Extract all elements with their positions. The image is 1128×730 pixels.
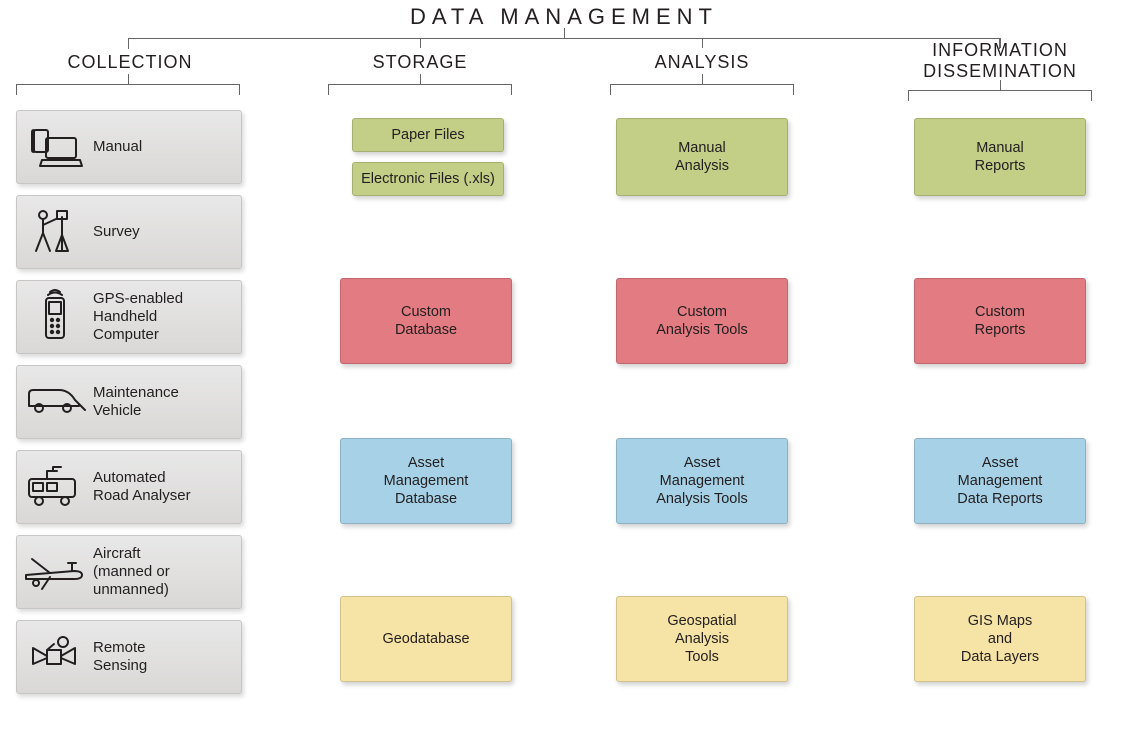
van-icon xyxy=(17,380,93,424)
header-dissemination: INFORMATIONDISSEMINATION xyxy=(890,40,1110,81)
laptop-icon xyxy=(17,124,93,170)
dissem-custom: CustomReports xyxy=(914,278,1086,364)
dissem-geo: GIS MapsandData Layers xyxy=(914,596,1086,682)
collection-roadanalyser: AutomatedRoad Analyser xyxy=(16,450,242,524)
collection-aircraft: Aircraft(manned orunmanned) xyxy=(16,535,242,609)
dissem-asset: AssetManagementData Reports xyxy=(914,438,1086,524)
collection-manual: Manual xyxy=(16,110,242,184)
collection-remote-label: RemoteSensing xyxy=(93,639,147,675)
collection-maintenance-label: MaintenanceVehicle xyxy=(93,384,179,420)
stem-collection xyxy=(128,38,129,48)
sub-stem-collection xyxy=(128,74,129,84)
collection-maintenance: MaintenanceVehicle xyxy=(16,365,242,439)
bracket-analysis xyxy=(610,84,794,85)
stem-storage xyxy=(420,38,421,48)
sub-stem-dissemination xyxy=(1000,80,1001,90)
analysis-geo: GeospatialAnalysisTools xyxy=(616,596,788,682)
surveyor-icon xyxy=(17,205,93,259)
sub-stem-analysis xyxy=(702,74,703,84)
title-stem xyxy=(564,28,565,38)
storage-custom: CustomDatabase xyxy=(340,278,512,364)
storage-paper: Paper Files xyxy=(352,118,504,152)
header-collection: COLLECTION xyxy=(40,52,220,73)
storage-asset: AssetManagementDatabase xyxy=(340,438,512,524)
collection-survey-label: Survey xyxy=(93,223,140,241)
header-storage: STORAGE xyxy=(330,52,510,73)
sub-stem-storage xyxy=(420,74,421,84)
collection-gps-label: GPS-enabledHandheldComputer xyxy=(93,290,183,344)
bracket-dissemination xyxy=(908,90,1092,91)
bracket-collection xyxy=(16,84,240,85)
analysis-asset: AssetManagementAnalysis Tools xyxy=(616,438,788,524)
header-analysis: ANALYSIS xyxy=(612,52,792,73)
collection-aircraft-label: Aircraft(manned orunmanned) xyxy=(93,545,170,599)
storage-xls: Electronic Files (.xls) xyxy=(352,162,504,196)
dissem-manual: ManualReports xyxy=(914,118,1086,196)
satellite-icon xyxy=(17,632,93,682)
road-van-icon xyxy=(17,461,93,513)
collection-manual-label: Manual xyxy=(93,138,142,156)
analysis-custom: CustomAnalysis Tools xyxy=(616,278,788,364)
collection-roadanalyser-label: AutomatedRoad Analyser xyxy=(93,469,191,505)
storage-geo: Geodatabase xyxy=(340,596,512,682)
collection-survey: Survey xyxy=(16,195,242,269)
collection-remote: RemoteSensing xyxy=(16,620,242,694)
main-title: DATA MANAGEMENT xyxy=(0,4,1128,30)
handheld-icon xyxy=(17,288,93,346)
bracket-storage xyxy=(328,84,512,85)
collection-gps: GPS-enabledHandheldComputer xyxy=(16,280,242,354)
main-bracket xyxy=(128,38,1000,39)
aircraft-icon xyxy=(17,549,93,595)
stem-analysis xyxy=(702,38,703,48)
analysis-manual: ManualAnalysis xyxy=(616,118,788,196)
